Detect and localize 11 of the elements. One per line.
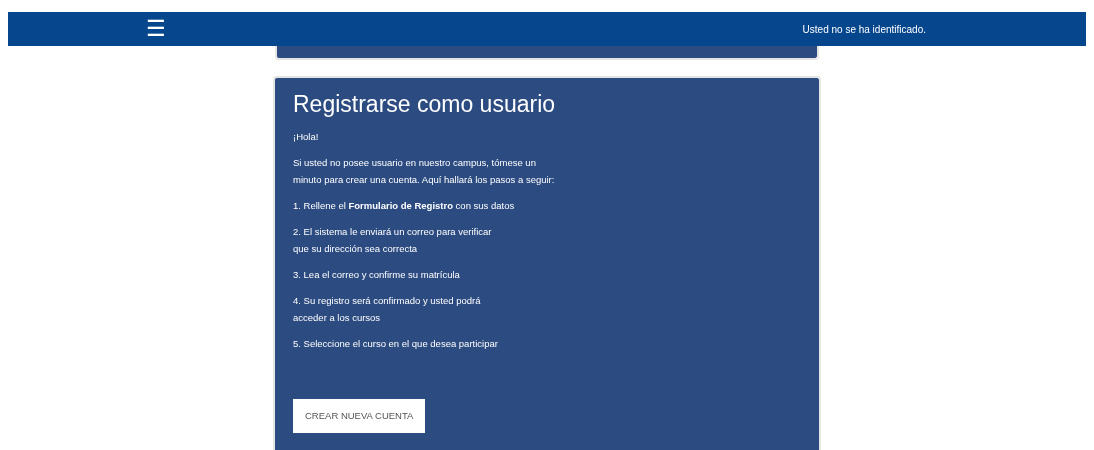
paragraph: Si usted no posee usuario en nuestro campus, tómese un minuto para crear una cuenta. Aquí hallará los pasos a seguir: <box>293 155 556 187</box>
paragraph: 5. Seleccione el curso en el que desea participar <box>293 336 499 351</box>
menu-icon[interactable]: ☰ <box>146 18 166 40</box>
login-status: Usted no se ha identificado. <box>802 22 926 37</box>
paragraph: ¡Hola! <box>293 129 320 144</box>
paragraph: 1. Rellene el Formulario de Registro con sus datos <box>293 198 516 213</box>
paragraph: 2. El sistema le enviará un correo para verificar que su dirección sea correcta <box>293 224 493 256</box>
paragraph: 4. Su registro será confirmado y usted podrá acceder a los cursos <box>293 293 482 325</box>
paragraph: 3. Lea el correo y confirme su matrícula <box>293 267 461 282</box>
card-title: Registrarse como usuario <box>293 90 557 119</box>
create-account-button[interactable]: CREAR NUEVA CUENTA <box>293 398 426 434</box>
